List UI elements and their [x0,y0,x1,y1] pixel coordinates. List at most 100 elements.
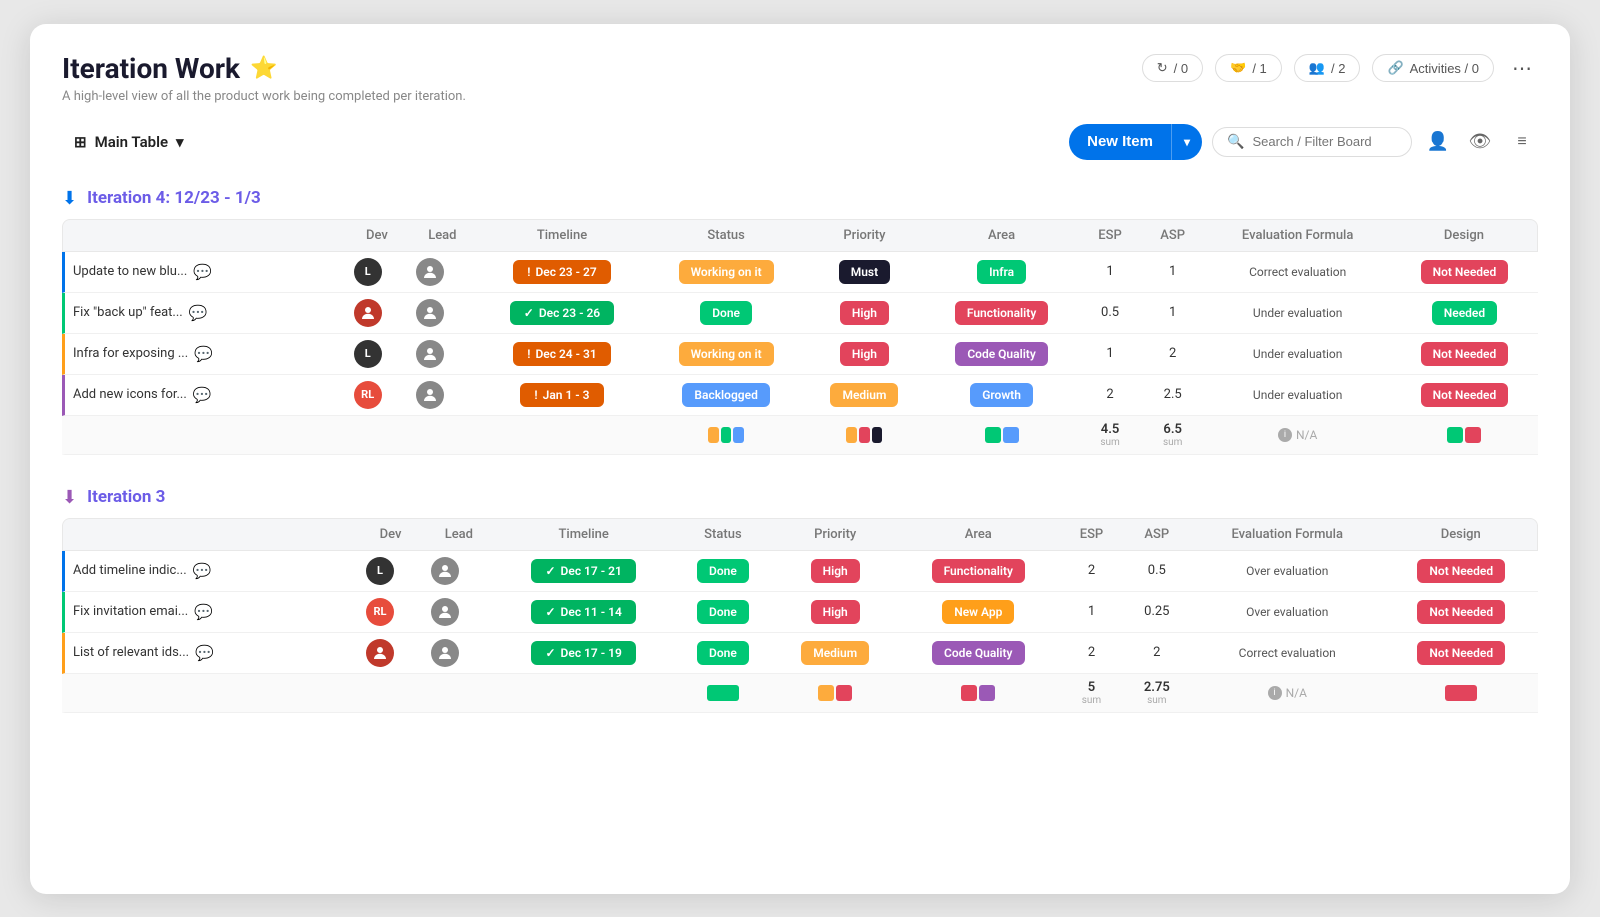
area-badge[interactable]: Code Quality [955,342,1047,366]
comment-icon[interactable]: 💬 [194,345,213,363]
iteration3-section: ⬇ Iteration 3 Dev Lead Timeline Status P… [62,487,1538,713]
status-badge[interactable]: Working on it [679,342,774,366]
summary-dev [346,416,408,455]
search-box[interactable]: 🔍 [1212,127,1412,157]
summary-lead [408,416,477,455]
item-name[interactable]: List of relevant ids... [73,645,189,660]
timeline-badge[interactable]: ! Dec 24 - 31 [513,342,611,366]
activities-action[interactable]: 🔗 Activities / 0 [1372,54,1494,82]
priority-cell: High [805,334,924,375]
iteration4-header-row: Dev Lead Timeline Status Priority Area E… [62,219,1538,252]
table-selector[interactable]: ⊞ Main Table ▾ [62,127,196,157]
timeline-cell: ✓ Dec 17 - 19 [495,633,673,674]
collab-action[interactable]: 🤝 / 1 [1215,54,1282,82]
iteration3-title[interactable]: Iteration 3 [87,487,165,507]
lead-avatar [416,381,444,409]
priority-badge[interactable]: High [811,559,860,583]
item-name[interactable]: Fix "back up" feat... [73,305,183,320]
timeline-badge[interactable]: ✓ Dec 17 - 19 [531,641,635,665]
iteration4-section: ⬇ Iteration 4: 12/23 - 1/3 Dev Lead Time… [62,188,1538,455]
item-name[interactable]: Add timeline indic... [73,563,187,578]
priority-badge[interactable]: Medium [830,383,898,407]
timeline-cell: ! Dec 23 - 27 [477,252,648,293]
comment-icon[interactable]: 💬 [194,603,213,621]
comment-icon[interactable]: 💬 [189,304,208,322]
design-badge[interactable]: Needed [1432,301,1497,325]
area-badge[interactable]: Growth [970,383,1033,407]
comment-icon[interactable]: 💬 [193,386,212,404]
area-badge[interactable]: Code Quality [932,641,1024,665]
design-cell: Needed [1391,293,1538,334]
col-evaluation: Evaluation Formula [1204,219,1390,252]
design-badge[interactable]: Not Needed [1417,641,1505,665]
comment-icon[interactable]: 💬 [193,263,212,281]
area-badge[interactable]: Functionality [932,559,1025,583]
esp-cell: 2 [1059,633,1123,674]
timeline-badge[interactable]: ✓ Dec 11 - 14 [531,600,635,624]
timeline-badge[interactable]: ✓ Dec 17 - 21 [531,559,635,583]
status-badge[interactable]: Working on it [679,260,774,284]
design-badge[interactable]: Not Needed [1421,260,1509,284]
esp-cell: 1 [1079,334,1141,375]
users-action[interactable]: 👥 / 2 [1294,54,1361,82]
comment-icon[interactable]: 💬 [193,562,212,580]
timeline-badge[interactable]: ✓ Dec 23 - 26 [510,301,614,325]
item-name[interactable]: Infra for exposing ... [73,346,188,361]
table-icon: ⊞ [74,133,87,151]
summary-priority [773,674,897,713]
esp-cell: 2 [1079,375,1141,416]
priority-badge[interactable]: Must [839,260,890,284]
lead-avatar [431,598,459,626]
area-badge[interactable]: Functionality [955,301,1048,325]
timeline-icon: ! [527,347,530,361]
priority-cell: High [773,551,897,592]
filter-icon-button[interactable]: ≡ [1506,126,1538,158]
area-cell: Code Quality [897,633,1059,674]
priority-badge[interactable]: High [840,342,889,366]
comment-icon[interactable]: 💬 [195,644,214,662]
design-badge[interactable]: Not Needed [1417,559,1505,583]
item-name[interactable]: Fix invitation emai... [73,604,188,619]
dev-avatar: RL [366,598,394,626]
iteration4-title[interactable]: Iteration 4: 12/23 - 1/3 [87,188,261,208]
search-input[interactable] [1252,134,1397,149]
iteration3-collapse-icon[interactable]: ⬇ [62,487,77,508]
users-icon: 👥 [1309,60,1325,76]
priority-badge[interactable]: Medium [801,641,869,665]
more-options-button[interactable]: ⋯ [1506,52,1538,84]
status-badge[interactable]: Done [700,301,752,325]
timeline-badge[interactable]: ! Dec 23 - 27 [513,260,611,284]
summary-timeline [495,674,673,713]
priority-badge[interactable]: High [840,301,889,325]
status-badge[interactable]: Done [697,559,749,583]
dev-cell: L [346,252,408,293]
priority-cell: High [805,293,924,334]
item-name[interactable]: Add new icons for... [73,387,187,402]
eye-icon-button[interactable]: 👁 [1464,126,1496,158]
header-top: Iteration Work ⭐ ↻ / 0 🤝 / 1 👥 / 2 🔗 Act… [62,52,1538,85]
design-cell: Not Needed [1385,633,1539,674]
header-actions: ↻ / 0 🤝 / 1 👥 / 2 🔗 Activities / 0 ⋯ [1142,52,1538,84]
status-badge[interactable]: Backlogged [682,383,769,407]
timeline-icon: ✓ [545,605,555,619]
timeline-cell: ! Jan 1 - 3 [477,375,648,416]
area-badge[interactable]: New App [942,600,1014,624]
user-icon-button[interactable]: 👤 [1422,126,1454,158]
iteration4-collapse-icon[interactable]: ⬇ [62,188,77,209]
sync-action[interactable]: ↻ / 0 [1142,54,1203,82]
new-item-button[interactable]: New Item ▾ [1069,124,1202,160]
col-design: Design [1385,518,1539,551]
new-item-label: New Item [1069,125,1171,158]
col-priority: Priority [805,219,924,252]
design-badge[interactable]: Not Needed [1417,600,1505,624]
area-badge[interactable]: Infra [977,260,1026,284]
item-name[interactable]: Update to new blu... [73,264,187,279]
design-badge[interactable]: Not Needed [1421,383,1509,407]
status-badge[interactable]: Done [697,641,749,665]
col-esp: ESP [1059,518,1123,551]
status-badge[interactable]: Done [697,600,749,624]
page-subtitle: A high-level view of all the product wor… [62,89,1538,104]
priority-badge[interactable]: High [811,600,860,624]
design-badge[interactable]: Not Needed [1421,342,1509,366]
timeline-badge[interactable]: ! Jan 1 - 3 [520,383,603,407]
